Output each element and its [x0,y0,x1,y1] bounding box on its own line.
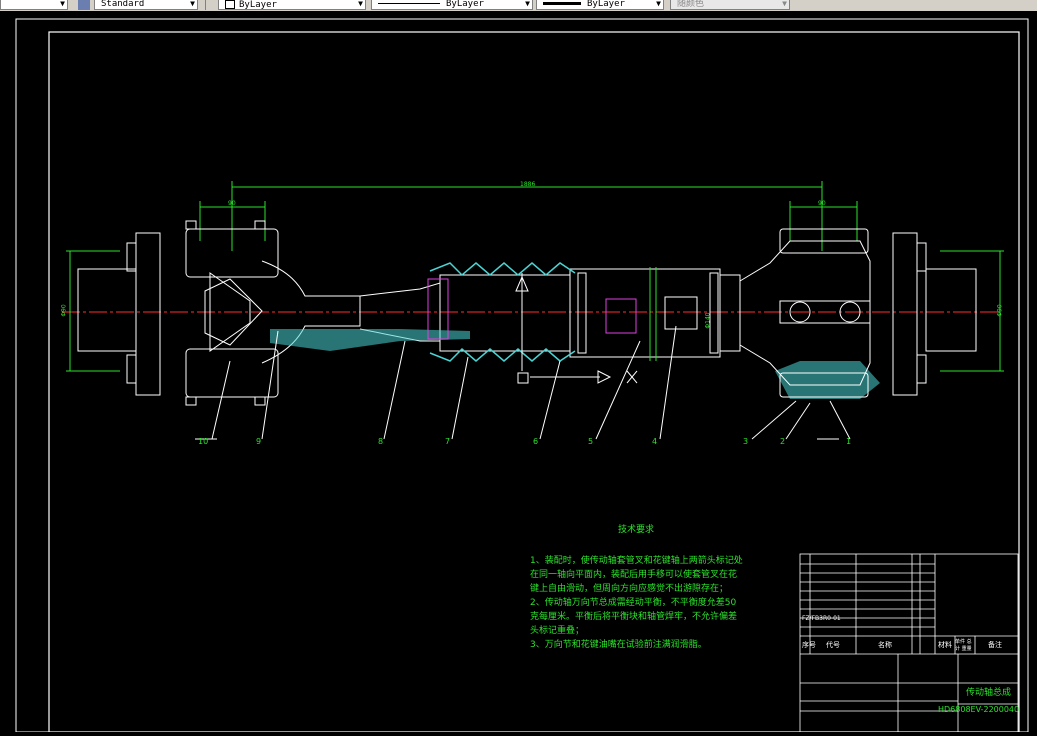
linetype-sample-icon [378,3,440,4]
header-seq: 序号 [802,641,816,649]
drawing-name: 传动轴总成 [966,688,1012,698]
lineweight-sample-icon [543,2,581,5]
lineweight-value: ByLayer [587,0,625,9]
part-number-label: 6 [533,437,539,446]
header-note: 备注 [988,641,1002,649]
tech-item: 3、万向节和花键油嘴在试验前注满润滑脂。 [530,640,707,650]
header-code: 代号 [826,641,840,649]
left-diameter-dim: Φ90 [60,304,68,317]
part-number-label: 10 [198,437,209,446]
plot-style-value: 随颜色 [677,0,705,9]
header-weight: 单件 总计 重量 [955,639,972,652]
text-style-value: Standard [101,0,145,9]
part-number-label: 4 [652,437,658,446]
layer-dropdown[interactable]: ByLayer ▼ [218,0,366,10]
header-name: 名称 [878,641,892,649]
tech-title: 技术要求 [618,525,655,535]
plot-style-dropdown[interactable]: 随颜色 ▼ [670,0,790,10]
text-style-icon[interactable] [78,0,90,10]
technical-requirements: 技术要求 1、装配时，使传动轴套管叉和花键轴上两箭头标记处在同一轴向平面内，装配… [530,525,745,652]
chevron-down-icon: ▼ [190,0,195,8]
left-universal-joint [77,220,361,406]
right-diameter-dim: Φ90 [996,304,1004,317]
color-swatch-icon [225,0,235,9]
toolbar-separator [205,0,206,10]
right-flange-dim: 90 [818,200,826,207]
chevron-down-icon: ▼ [358,0,363,8]
lineweight-dropdown[interactable]: ByLayer ▼ [536,0,664,10]
part-number-label: 5 [588,437,594,446]
drawing-code: HD6808EV-2200040 [938,705,1020,714]
linetype-dropdown[interactable]: ByLayer ▼ [371,0,533,10]
part-number-label: 9 [256,437,262,446]
part-number-label: 2 [780,437,786,446]
chevron-down-icon: ▼ [656,0,661,8]
overall-dimension [66,181,1004,372]
left-flange-dim: 90 [228,200,236,207]
layer-value: ByLayer [239,0,277,10]
part-code: FZ/FB3R0-01 [802,615,841,622]
spline-marker [605,298,637,334]
overall-length-dim: 1886 [520,181,536,188]
part-number-label: 1 [846,437,852,446]
part-number-label: 8 [378,437,384,446]
linetype-value: ByLayer [446,0,484,9]
chevron-down-icon: ▼ [782,0,787,8]
text-style-dropdown[interactable]: Standard ▼ [94,0,198,10]
tech-item: 1、装配时，使传动轴套管叉和花键轴上两箭头标记处在同一轴向平面内，装配后用手移可… [530,556,743,594]
outer-border [15,18,1029,733]
chevron-down-icon: ▼ [60,0,65,8]
section-hatch-right [775,361,880,399]
drawing-canvas[interactable]: 1886 90 90 Φ90 Φ90 Φ140 10 9 8 7 6 5 4 3… [0,11,1037,733]
shaft-diameter-dim: Φ140 [704,312,712,329]
part-number-label: 7 [445,437,451,446]
chevron-down-icon: ▼ [525,0,530,8]
header-material: 材料 [938,641,952,649]
shaft-tube [359,268,741,358]
assembly-arrow-marks [515,273,638,384]
part-number-label: 3 [743,437,749,446]
style-dropdown-left[interactable]: ▼ [0,0,68,10]
tech-item: 2、传动轴万向节总成需经动平衡，不平衡度允差50克每厘米。平衡后将平衡块和轴管焊… [530,598,738,636]
assembly-drawing [15,18,1029,733]
